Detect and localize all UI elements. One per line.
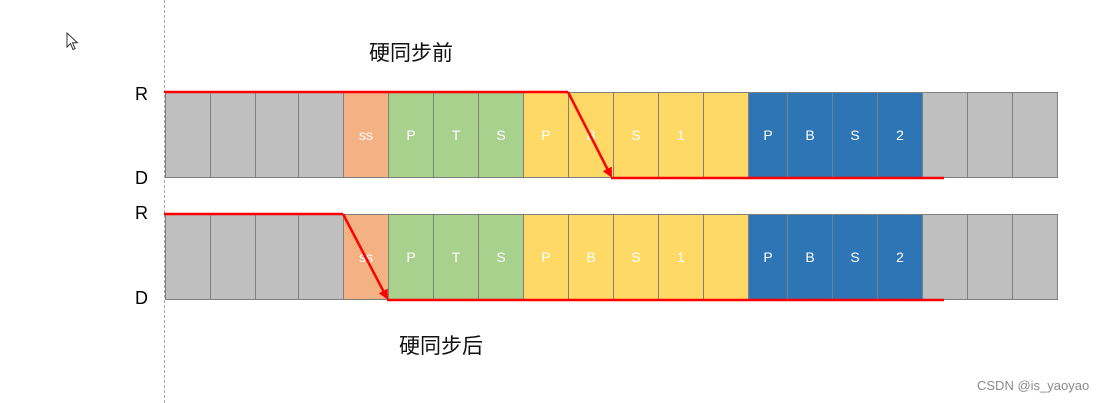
edge-arrow-after bbox=[341, 213, 389, 300]
signal-overlay bbox=[164, 90, 944, 302]
watermark: CSDN @is_yaoyao bbox=[977, 378, 1090, 393]
edge-arrow-before bbox=[566, 91, 613, 178]
